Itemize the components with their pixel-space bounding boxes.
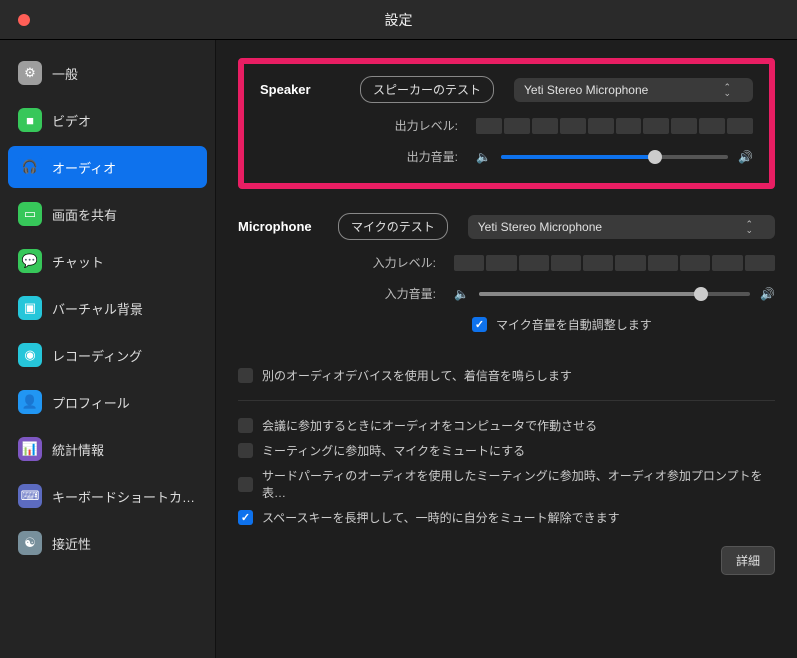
push-unmute-row[interactable]: スペースキーを長押しして、一時的に自分をミュート解除できます <box>238 509 775 526</box>
test-mic-button[interactable]: マイクのテスト <box>338 213 448 240</box>
chevron-updown-icon: ⌃⌄ <box>745 221 751 233</box>
speaker-highlight: Speaker スピーカーのテスト Yeti Stereo Microphone… <box>238 58 775 189</box>
sidebar-item-audio[interactable]: 🎧 オーディオ <box>8 146 207 188</box>
third-party-checkbox[interactable] <box>238 477 253 492</box>
sidebar-item-stats[interactable]: 📊 統計情報 <box>8 428 207 470</box>
volume-high-icon: 🔊 <box>760 287 775 301</box>
input-volume-label: 入力音量: <box>238 285 454 302</box>
mute-on-join-label: ミーティングに参加時、マイクをミュートにする <box>262 442 525 459</box>
divider <box>238 400 775 401</box>
sidebar-item-label: 画面を共有 <box>52 205 117 224</box>
sidebar-item-accessibility[interactable]: ☯ 接近性 <box>8 522 207 564</box>
third-party-label: サードパーティのオーディオを使用したミーティングに参加時、オーディオ参加プロンプ… <box>262 467 775 501</box>
chart-icon: 📊 <box>18 437 42 461</box>
chevron-updown-icon: ⌃⌄ <box>723 84 729 96</box>
sidebar-item-chat[interactable]: 💬 チャット <box>8 240 207 282</box>
output-volume-label: 出力音量: <box>260 148 476 165</box>
separate-ringtone-label: 別のオーディオデバイスを使用して、着信音を鳴らします <box>262 367 572 384</box>
sidebar-item-label: ビデオ <box>52 111 91 130</box>
third-party-row[interactable]: サードパーティのオーディオを使用したミーティングに参加時、オーディオ参加プロンプ… <box>238 467 775 501</box>
share-icon: ▭ <box>18 202 42 226</box>
sidebar-item-virtualbg[interactable]: ▣ バーチャル背景 <box>8 287 207 329</box>
sidebar-item-label: キーボードショートカ… <box>52 487 195 506</box>
separate-ringtone-row[interactable]: 別のオーディオデバイスを使用して、着信音を鳴らします <box>238 367 775 384</box>
mic-device-select[interactable]: Yeti Stereo Microphone ⌃⌄ <box>468 215 775 239</box>
user-icon: 👤 <box>18 390 42 414</box>
mic-device-value: Yeti Stereo Microphone <box>478 220 602 234</box>
main-panel: Speaker スピーカーのテスト Yeti Stereo Microphone… <box>216 40 797 658</box>
join-audio-checkbox[interactable] <box>238 418 253 433</box>
accessibility-icon: ☯ <box>18 531 42 555</box>
auto-adjust-label: マイク音量を自動調整します <box>496 316 652 333</box>
push-unmute-checkbox[interactable] <box>238 510 253 525</box>
join-audio-label: 会議に参加するときにオーディオをコンピュータで作動させる <box>262 417 597 434</box>
content: ⚙ 一般 ■ ビデオ 🎧 オーディオ ▭ 画面を共有 💬 チャット ▣ バーチャル背景 ◉ レ… <box>0 40 797 658</box>
sidebar-item-label: レコーディング <box>52 346 142 365</box>
output-volume-slider[interactable] <box>501 155 728 159</box>
output-level-label: 出力レベル: <box>260 117 476 134</box>
auto-adjust-checkbox[interactable] <box>472 317 487 332</box>
separate-ringtone-checkbox[interactable] <box>238 368 253 383</box>
input-level-meter <box>454 255 775 271</box>
mic-section-label: Microphone <box>238 219 338 234</box>
mute-on-join-checkbox[interactable] <box>238 443 253 458</box>
sidebar-item-label: 統計情報 <box>52 440 104 459</box>
gear-icon: ⚙ <box>18 61 42 85</box>
sidebar: ⚙ 一般 ■ ビデオ 🎧 オーディオ ▭ 画面を共有 💬 チャット ▣ バーチャル背景 ◉ レ… <box>0 40 216 658</box>
sidebar-item-keyboard[interactable]: ⌨ キーボードショートカ… <box>8 475 207 517</box>
record-icon: ◉ <box>18 343 42 367</box>
output-level-meter <box>476 118 753 134</box>
sidebar-item-recording[interactable]: ◉ レコーディング <box>8 334 207 376</box>
auto-adjust-row[interactable]: マイク音量を自動調整します <box>472 316 775 333</box>
keyboard-icon: ⌨ <box>18 484 42 508</box>
input-level-label: 入力レベル: <box>238 254 454 271</box>
sidebar-item-video[interactable]: ■ ビデオ <box>8 99 207 141</box>
sidebar-item-share[interactable]: ▭ 画面を共有 <box>8 193 207 235</box>
sidebar-item-label: 一般 <box>52 64 78 83</box>
camera-icon: ■ <box>18 108 42 132</box>
sidebar-item-label: オーディオ <box>52 158 116 177</box>
window-title: 設定 <box>0 10 797 30</box>
advanced-button[interactable]: 詳細 <box>721 546 775 575</box>
volume-low-icon: 🔈 <box>454 287 469 301</box>
volume-low-icon: 🔈 <box>476 150 491 164</box>
image-icon: ▣ <box>18 296 42 320</box>
sidebar-item-label: チャット <box>52 252 104 271</box>
push-unmute-label: スペースキーを長押しして、一時的に自分をミュート解除できます <box>262 509 620 526</box>
sidebar-item-label: 接近性 <box>52 534 91 553</box>
headphones-icon: 🎧 <box>18 155 42 179</box>
titlebar: 設定 <box>0 0 797 40</box>
chat-icon: 💬 <box>18 249 42 273</box>
mute-on-join-row[interactable]: ミーティングに参加時、マイクをミュートにする <box>238 442 775 459</box>
input-volume-slider[interactable] <box>479 292 750 296</box>
sidebar-item-label: バーチャル背景 <box>52 299 143 318</box>
test-speaker-button[interactable]: スピーカーのテスト <box>360 76 494 103</box>
sidebar-item-profile[interactable]: 👤 プロフィール <box>8 381 207 423</box>
volume-high-icon: 🔊 <box>738 150 753 164</box>
sidebar-item-label: プロフィール <box>52 393 130 412</box>
speaker-section-label: Speaker <box>260 82 360 97</box>
speaker-device-value: Yeti Stereo Microphone <box>524 83 648 97</box>
join-audio-row[interactable]: 会議に参加するときにオーディオをコンピュータで作動させる <box>238 417 775 434</box>
sidebar-item-general[interactable]: ⚙ 一般 <box>8 52 207 94</box>
speaker-device-select[interactable]: Yeti Stereo Microphone ⌃⌄ <box>514 78 753 102</box>
